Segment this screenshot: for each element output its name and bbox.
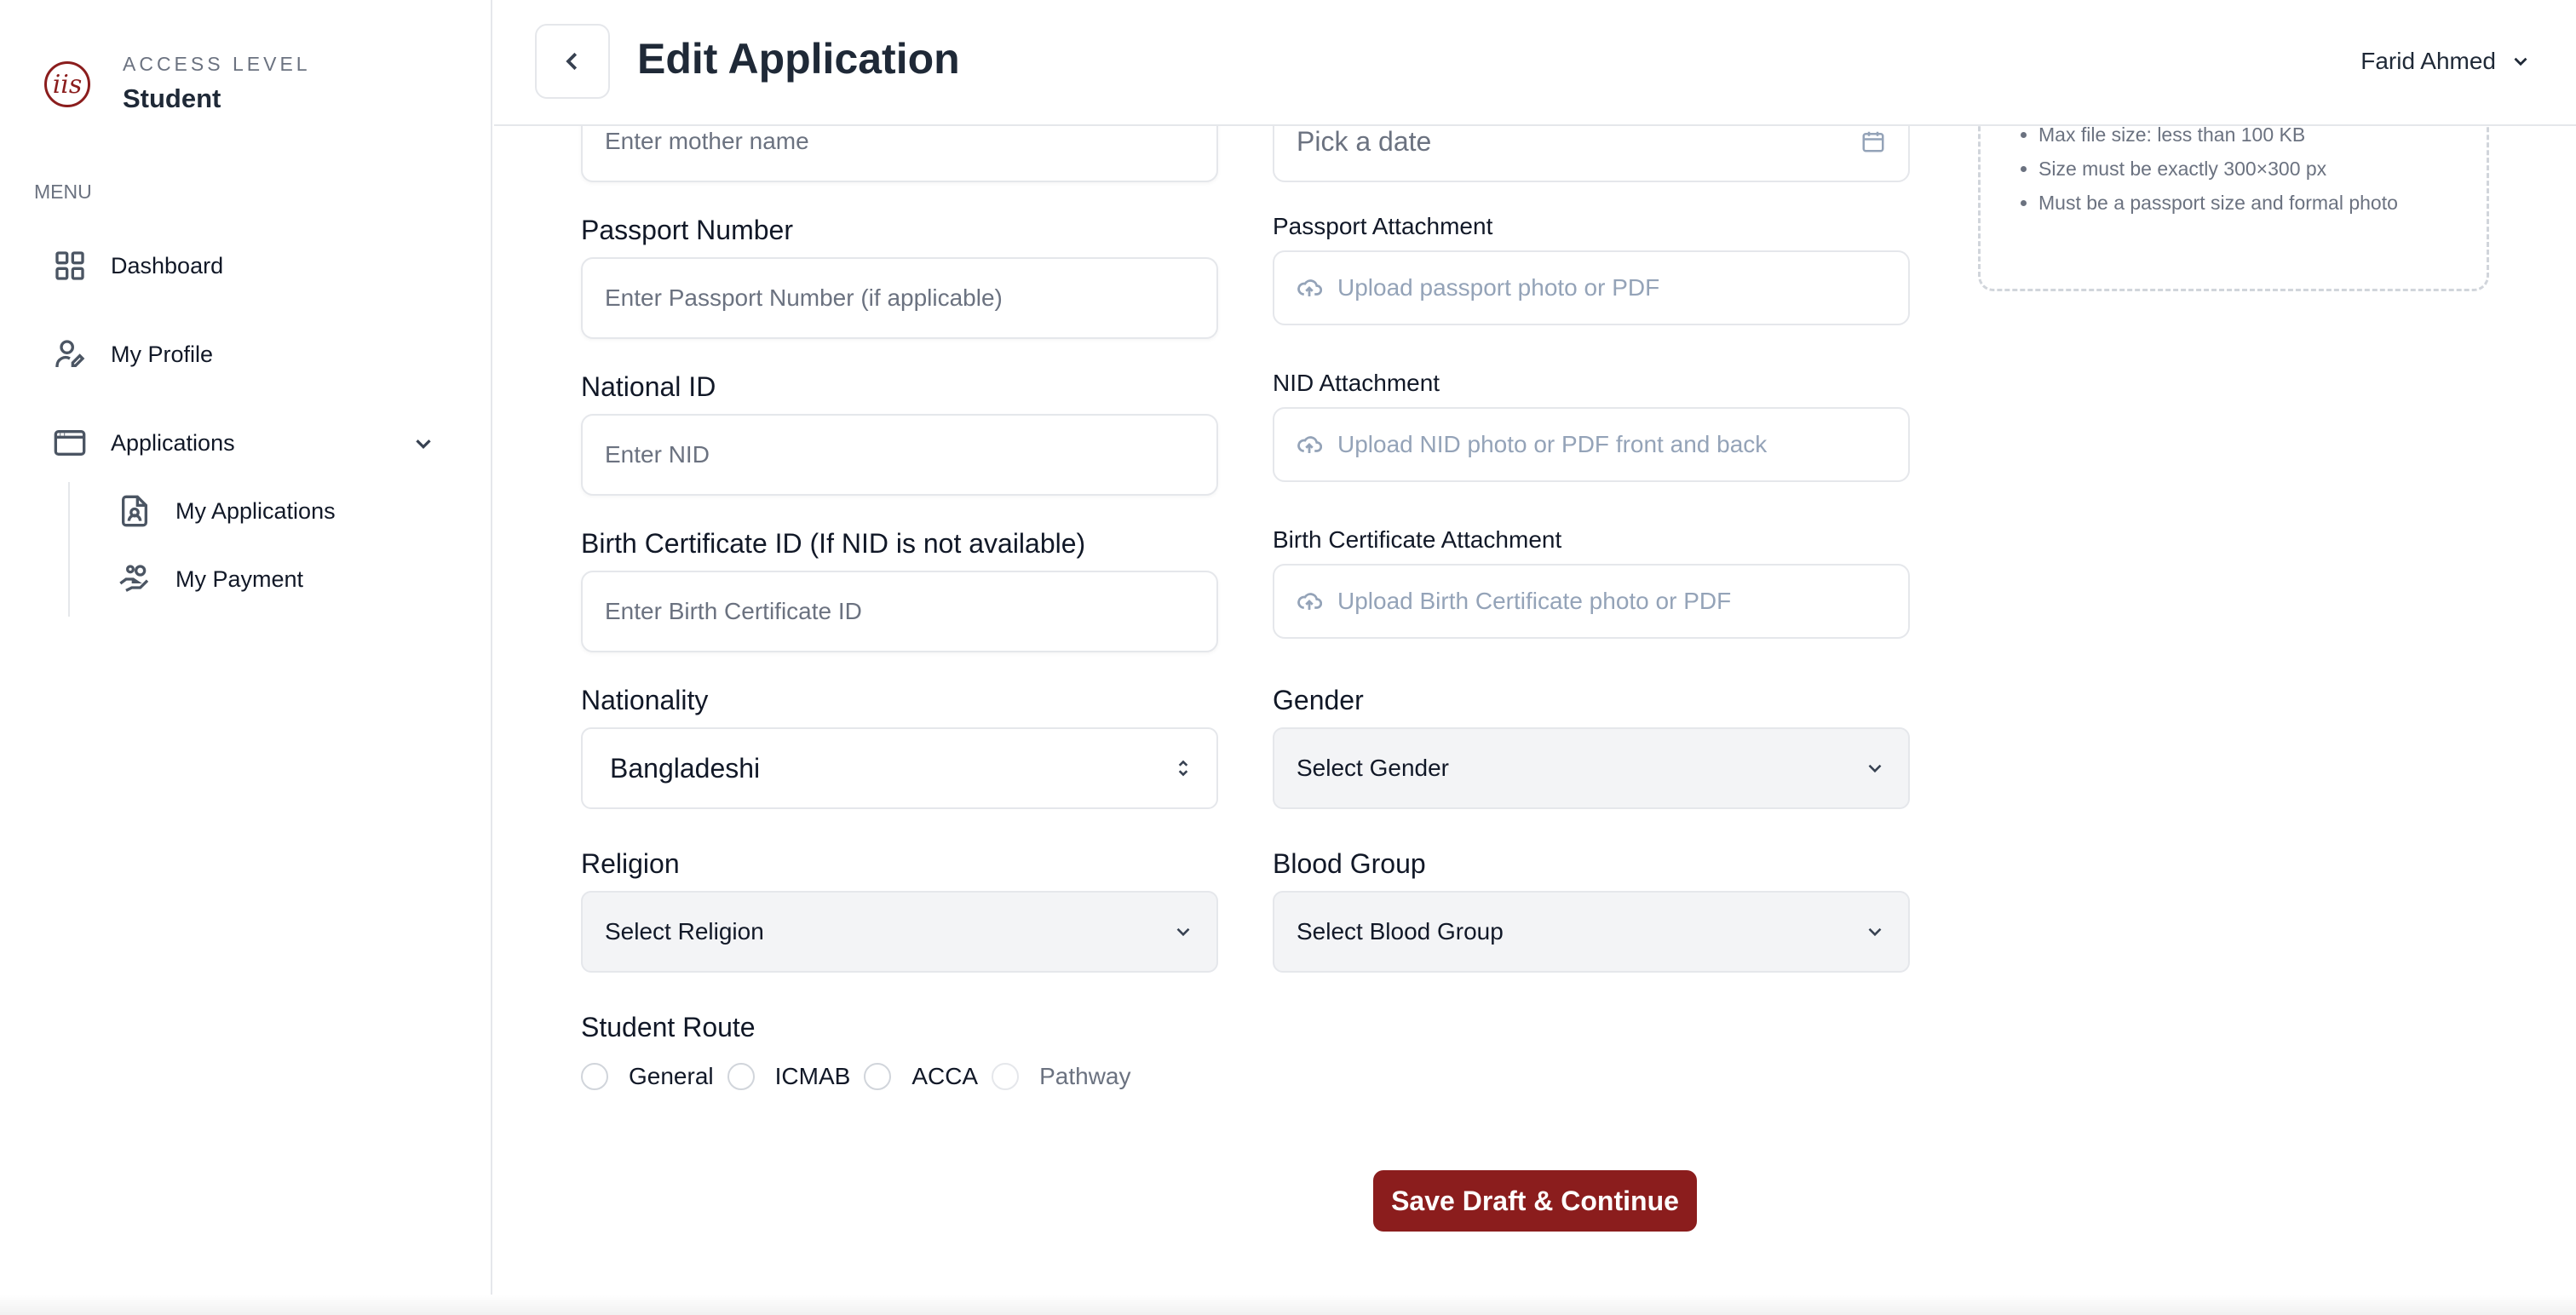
chevron-down-icon xyxy=(2514,57,2527,66)
blood-group-value: Select Blood Group xyxy=(1297,918,1504,945)
radio-acca[interactable] xyxy=(864,1063,892,1090)
sidebar-item-label: My Applications xyxy=(175,497,336,524)
chevron-down-icon xyxy=(1176,927,1190,937)
student-route-label: Student Route xyxy=(581,1012,756,1042)
top-header: Edit Application Farid Ahmed xyxy=(494,0,2576,126)
access-level-label: ACCESS LEVEL xyxy=(123,53,311,75)
radio-label: ICMAB xyxy=(774,1063,851,1089)
birth-certificate-upload[interactable]: Upload Birth Certificate photo or PDF xyxy=(1273,564,1910,639)
sidebar-item-my-payment[interactable]: My Payment xyxy=(118,562,303,596)
chevron-down-icon xyxy=(1868,927,1882,937)
photo-requirements-list: Max file size: less than 100 KB Size mus… xyxy=(2015,118,2398,220)
national-id-label: National ID xyxy=(581,371,716,402)
sidebar-item-my-applications[interactable]: My Applications xyxy=(118,494,336,528)
radio-label: ACCA xyxy=(911,1063,979,1089)
religion-select[interactable]: Select Religion xyxy=(581,891,1218,973)
religion-value: Select Religion xyxy=(605,918,764,945)
chevron-left-icon xyxy=(566,52,578,71)
cloud-upload-icon xyxy=(1297,593,1322,610)
browser-window-icon xyxy=(54,430,86,456)
gender-label: Gender xyxy=(1273,685,1364,715)
sidebar-item-label: Dashboard xyxy=(111,252,224,279)
sidebar-item-my-profile[interactable]: My Profile xyxy=(53,337,213,371)
birth-certificate-attachment-label: Birth Certificate Attachment xyxy=(1273,526,1562,553)
blood-group-label: Blood Group xyxy=(1273,848,1426,879)
document-user-icon xyxy=(122,495,147,527)
subnav-divider xyxy=(68,482,70,617)
grid-icon xyxy=(55,251,84,280)
sidebar-item-dashboard[interactable]: Dashboard xyxy=(53,249,223,283)
menu-label: MENU xyxy=(34,181,92,203)
birth-certificate-input[interactable] xyxy=(581,571,1218,652)
gender-value: Select Gender xyxy=(1297,755,1449,781)
nationality-value: Bangladeshi xyxy=(610,752,761,784)
save-draft-continue-button[interactable]: Save Draft & Continue xyxy=(1373,1170,1697,1232)
chevrons-up-down-icon xyxy=(1178,760,1188,777)
back-button[interactable] xyxy=(535,24,610,99)
cloud-upload-icon xyxy=(1297,436,1322,453)
gender-select[interactable]: Select Gender xyxy=(1273,727,1910,809)
student-route-options: General ICMAB ACCA Pathway xyxy=(581,1063,1145,1090)
photo-requirement: Must be a passport size and formal photo xyxy=(2038,186,2398,220)
nationality-select[interactable]: Bangladeshi xyxy=(581,727,1218,809)
birth-certificate-label: Birth Certificate ID (If NID is not avai… xyxy=(581,528,1086,559)
passport-number-input[interactable] xyxy=(581,257,1218,339)
logo: iis xyxy=(44,61,90,107)
access-level-value: Student xyxy=(123,83,221,113)
user-edit-icon xyxy=(55,340,85,367)
cloud-upload-icon xyxy=(1297,279,1322,296)
upload-text: Upload passport photo or PDF xyxy=(1337,274,1660,301)
user-name: Farid Ahmed xyxy=(2360,48,2496,74)
page-title: Edit Application xyxy=(637,35,960,83)
radio-label: Pathway xyxy=(1039,1063,1131,1089)
nid-attachment-label: NID Attachment xyxy=(1273,370,1440,396)
chevron-down-icon xyxy=(1868,764,1882,773)
passport-attachment-label: Passport Attachment xyxy=(1273,213,1493,239)
radio-pathway[interactable] xyxy=(992,1063,1020,1090)
user-menu[interactable]: Farid Ahmed xyxy=(2360,48,2532,75)
radio-icmab[interactable] xyxy=(727,1063,755,1090)
chevron-down-icon[interactable] xyxy=(411,431,436,457)
bottom-shade xyxy=(0,1295,2576,1315)
logo-text: iis xyxy=(52,69,83,100)
calendar-icon xyxy=(1862,131,1884,152)
radio-label: General xyxy=(629,1063,714,1089)
hand-coins-icon xyxy=(119,565,149,592)
blood-group-select[interactable]: Select Blood Group xyxy=(1273,891,1910,973)
sidebar-item-applications[interactable]: Applications xyxy=(53,426,235,460)
sidebar-item-label: My Payment xyxy=(175,566,304,592)
upload-text: Upload Birth Certificate photo or PDF xyxy=(1337,588,1732,614)
sidebar: iis ACCESS LEVEL Student MENU Dashboard … xyxy=(0,0,492,1315)
passport-upload[interactable]: Upload passport photo or PDF xyxy=(1273,250,1910,325)
national-id-input[interactable] xyxy=(581,414,1218,496)
nid-upload[interactable]: Upload NID photo or PDF front and back xyxy=(1273,407,1910,482)
date-placeholder: Pick a date xyxy=(1297,125,1432,157)
passport-number-label: Passport Number xyxy=(581,215,793,245)
nationality-label: Nationality xyxy=(581,685,709,715)
sidebar-item-label: Applications xyxy=(111,429,235,456)
sidebar-item-label: My Profile xyxy=(111,341,214,367)
radio-general[interactable] xyxy=(581,1063,608,1090)
upload-text: Upload NID photo or PDF front and back xyxy=(1337,431,1768,457)
photo-requirement: Size must be exactly 300×300 px xyxy=(2038,152,2398,186)
religion-label: Religion xyxy=(581,848,680,879)
